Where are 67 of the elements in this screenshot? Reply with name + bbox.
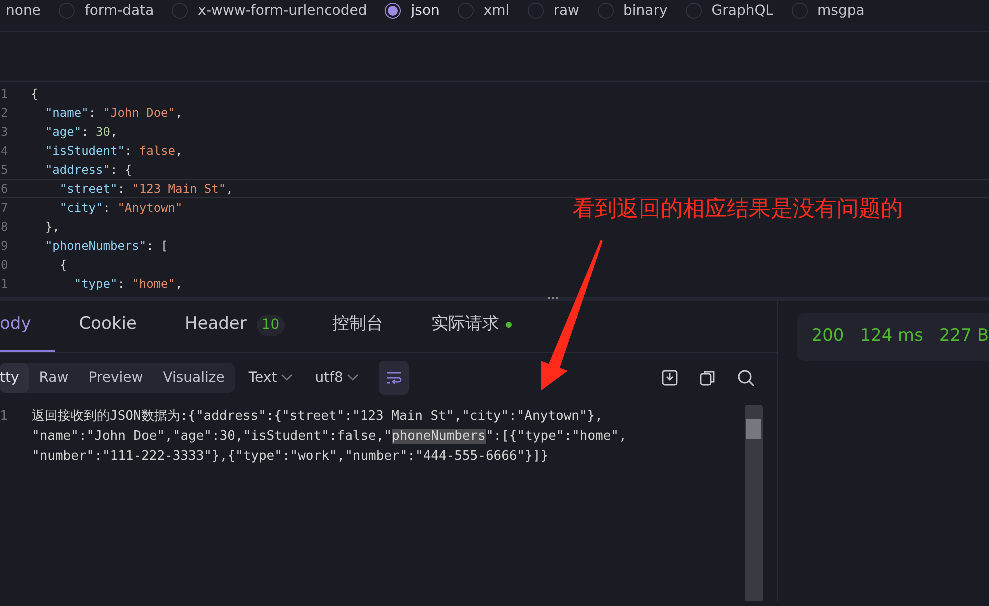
view-mode-tab[interactable]: tty <box>0 363 30 393</box>
wrap-icon <box>386 371 402 385</box>
count-badge: 10 <box>256 314 285 336</box>
line-number: 9 <box>1 238 10 254</box>
radio-button[interactable] <box>686 3 702 19</box>
radio-label[interactable]: xml <box>484 0 510 22</box>
radio-button[interactable] <box>385 3 402 19</box>
download-icon[interactable] <box>660 369 679 387</box>
radio-label[interactable]: GraphQL <box>712 0 774 22</box>
line-number: 1 <box>0 408 8 426</box>
radio-button[interactable] <box>172 3 188 19</box>
annotation-text: 看到返回的相应结果是没有问题的 <box>573 196 903 224</box>
line-number: 3 <box>1 124 10 140</box>
radio-label[interactable]: none <box>6 0 41 22</box>
code-line: { <box>58 256 68 274</box>
response-text: "number":"111-222-3333"},{"type":"work","number":"444-555-6666"}]} <box>32 448 549 466</box>
response-tab[interactable]: Cookie <box>55 300 161 352</box>
view-mode-tab[interactable]: Preview <box>78 363 154 393</box>
search-icon[interactable] <box>736 369 755 387</box>
chevron-icon <box>347 374 360 382</box>
code-line: "address": { <box>44 162 132 178</box>
code-line: { <box>31 86 38 102</box>
radio-label[interactable]: msgpa <box>818 0 865 22</box>
view-mode-tab[interactable]: Visualize <box>153 363 235 393</box>
response-time: 124 ms <box>860 325 924 348</box>
word-wrap-button[interactable] <box>379 361 410 395</box>
code-line: "city": "Anytown" <box>58 200 183 216</box>
radio-button[interactable] <box>792 3 808 19</box>
code-line: "phoneNumbers": [ <box>44 238 168 254</box>
response-tab[interactable]: ody <box>0 300 56 352</box>
radio-button[interactable] <box>598 3 614 19</box>
response-tab[interactable]: 实际请求 <box>408 300 536 352</box>
line-number: 1 <box>1 276 10 292</box>
copy-icon[interactable] <box>698 369 717 387</box>
radio-button[interactable] <box>528 3 544 19</box>
radio-label[interactable]: x-www-form-urlencoded <box>198 0 368 22</box>
line-number: 1 <box>1 86 10 102</box>
line-number: 0 <box>1 256 10 274</box>
code-line: "type": "home", <box>73 276 183 292</box>
encoding-dropdown[interactable]: utf8 <box>315 368 360 388</box>
response-size: 227 B <box>939 325 989 348</box>
code-line: }, <box>44 218 60 236</box>
response-tab[interactable]: Header 10 <box>160 300 309 352</box>
line-number: 8 <box>1 218 10 236</box>
status-code: 200 <box>812 325 844 348</box>
line-number: 2 <box>1 104 10 122</box>
line-number: 7 <box>1 200 10 216</box>
code-line: "street": "123 Main St", <box>58 180 234 198</box>
chevron-icon <box>281 374 294 382</box>
response-text: 返回接收到的JSON数据为:{"address":{"street":"123 Main St","city":"Anytown"}, <box>32 408 603 426</box>
line-number: 4 <box>1 142 10 160</box>
response-tab[interactable]: 控制台 <box>308 300 408 352</box>
line-number: 6 <box>1 180 10 198</box>
line-number: 5 <box>1 162 10 178</box>
format-dropdown[interactable]: Text <box>248 368 294 388</box>
code-line: "isStudent": false, <box>44 142 183 160</box>
radio-button[interactable] <box>458 3 474 19</box>
code-line: "age": 30, <box>44 124 118 140</box>
view-mode-tab[interactable]: Raw <box>29 363 79 393</box>
radio-label[interactable]: json <box>411 0 440 22</box>
response-text: "name":"John Doe","age":30,"isStudent":false,"phoneNumbers":[{"type":"home", <box>32 428 627 446</box>
radio-label[interactable]: form-data <box>84 0 154 22</box>
scrollbar[interactable] <box>745 405 763 601</box>
radio-button[interactable] <box>58 3 75 19</box>
radio-label[interactable]: binary <box>624 0 668 22</box>
radio-label[interactable]: raw <box>554 0 580 22</box>
code-line: "name": "John Doe", <box>44 104 183 122</box>
